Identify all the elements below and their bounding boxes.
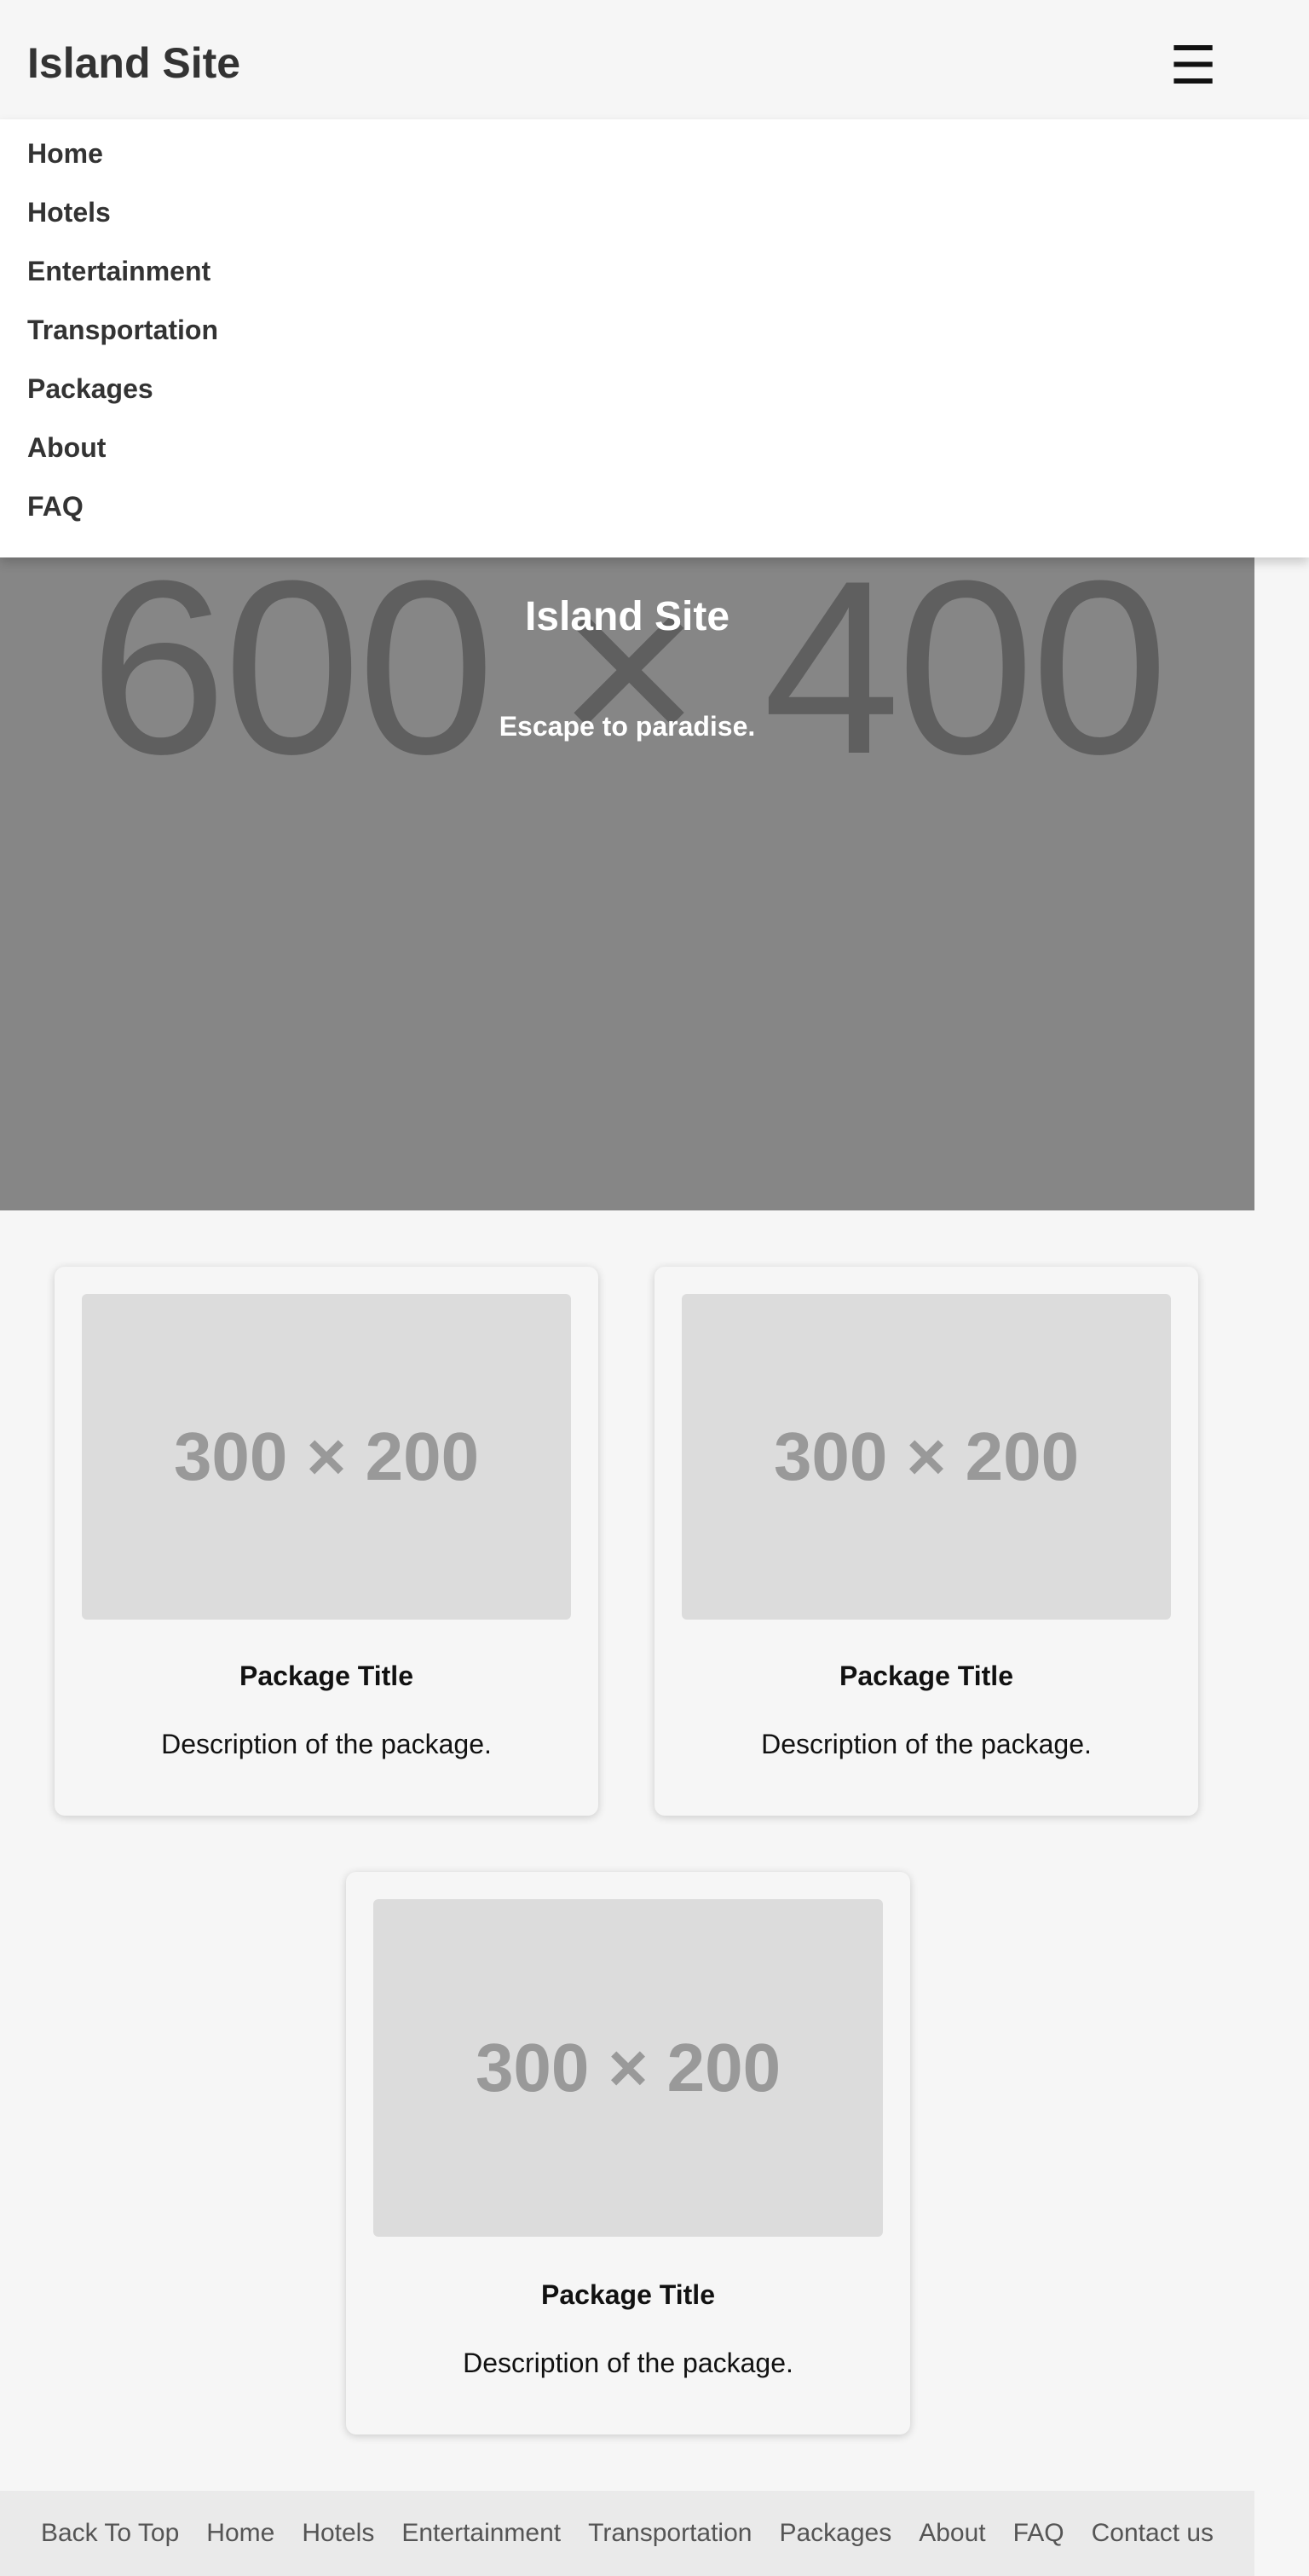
footer-link-about[interactable]: About xyxy=(919,2519,985,2547)
site-title[interactable]: Island Site xyxy=(27,38,240,89)
package-description: Description of the package. xyxy=(761,1729,1092,1759)
package-card[interactable]: 300 × 200 Package Title Description of t… xyxy=(346,1872,910,2434)
nav-item-about[interactable]: About xyxy=(27,432,106,463)
footer-link-home[interactable]: Home xyxy=(206,2519,274,2547)
footer-link-transportation[interactable]: Transportation xyxy=(588,2519,752,2547)
nav-item-faq[interactable]: FAQ xyxy=(27,491,84,522)
package-description: Description of the package. xyxy=(161,1729,492,1759)
nav-item-hotels[interactable]: Hotels xyxy=(27,197,111,228)
nav-item-entertainment[interactable]: Entertainment xyxy=(27,256,210,286)
nav-item-home[interactable]: Home xyxy=(27,138,103,169)
hero-title: Island Site xyxy=(524,594,730,639)
package-card[interactable]: 300 × 200 Package Title Description of t… xyxy=(654,1267,1198,1816)
package-image: 300 × 200 xyxy=(82,1294,571,1620)
nav-item-packages[interactable]: Packages xyxy=(27,373,153,404)
footer-link-contact-us[interactable]: Contact us xyxy=(1092,2519,1214,2547)
footer-links: Back To Top Home Hotels Entertainment Tr… xyxy=(0,2491,1254,2576)
package-image: 300 × 200 xyxy=(682,1294,1171,1620)
hero-tagline: Escape to paradise. xyxy=(499,711,756,742)
hero-banner: 600 × 400 Island Site Escape to paradise… xyxy=(0,557,1254,1210)
hamburger-menu-icon[interactable]: ☰ xyxy=(1169,40,1217,93)
footer-link-entertainment[interactable]: Entertainment xyxy=(401,2519,561,2547)
footer-link-hotels[interactable]: Hotels xyxy=(302,2519,374,2547)
nav-list: Home Hotels Entertainment Transportation… xyxy=(0,119,1309,550)
package-title: Package Title xyxy=(239,1661,413,1691)
footer-link-back-to-top[interactable]: Back To Top xyxy=(41,2519,179,2547)
footer-link-packages[interactable]: Packages xyxy=(779,2519,891,2547)
site-footer: Back To Top Home Hotels Entertainment Tr… xyxy=(0,2491,1254,2576)
nav-menu: Home Hotels Entertainment Transportation… xyxy=(0,119,1309,557)
nav-item-transportation[interactable]: Transportation xyxy=(27,315,218,345)
package-description: Description of the package. xyxy=(463,2348,793,2378)
site-header: Island Site ☰ xyxy=(0,0,1309,119)
footer-link-faq[interactable]: FAQ xyxy=(1013,2519,1064,2547)
package-title: Package Title xyxy=(839,1661,1013,1691)
package-image: 300 × 200 xyxy=(373,1899,883,2237)
package-title: Package Title xyxy=(541,2279,715,2310)
package-card[interactable]: 300 × 200 Package Title Description of t… xyxy=(55,1267,598,1816)
